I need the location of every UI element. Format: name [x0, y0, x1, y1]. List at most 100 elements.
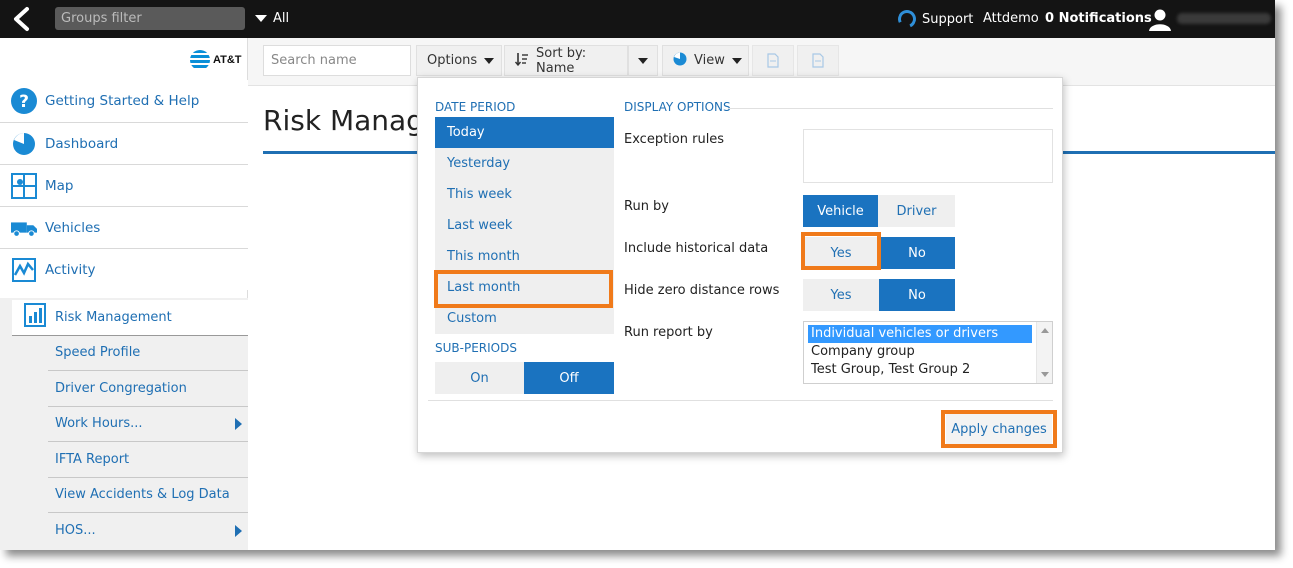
- user-icon[interactable]: [1148, 7, 1172, 31]
- activity-submenu: Risk Management Speed Profile Driver Con…: [0, 298, 248, 550]
- caret-down-icon: [731, 57, 742, 64]
- back-arrow-icon[interactable]: [10, 6, 34, 32]
- sidebar-item-activity[interactable]: Activity: [0, 248, 248, 290]
- export-document-button[interactable]: [752, 45, 794, 76]
- page-title: Risk Management: [263, 104, 423, 137]
- date-period-custom[interactable]: Custom: [435, 303, 614, 334]
- submenu-item-label: IFTA Report: [55, 451, 130, 467]
- view-button[interactable]: View: [662, 45, 749, 76]
- groups-dropdown[interactable]: All: [255, 11, 289, 26]
- date-period-yesterday[interactable]: Yesterday: [435, 148, 614, 179]
- sort-icon: [514, 52, 529, 70]
- include-historical-toggle: Yes No: [803, 237, 955, 269]
- sidebar-item-label: Activity: [45, 261, 96, 278]
- submenu-item-hos[interactable]: HOS...: [48, 513, 248, 549]
- submenu-item-view-accidents[interactable]: View Accidents & Log Data: [48, 478, 248, 513]
- att-logo: AT&T: [190, 50, 242, 70]
- sidebar-item-label: Vehicles: [45, 219, 101, 236]
- submenu-item-risk-management[interactable]: Risk Management: [12, 300, 248, 336]
- submenu-item-label: Risk Management: [55, 309, 172, 325]
- exception-rules-label: Exception rules: [624, 132, 725, 147]
- run-report-option-test-groups[interactable]: Test Group, Test Group 2: [804, 361, 1032, 379]
- sidebar-item-dashboard[interactable]: Dashboard: [0, 122, 248, 164]
- include-historical-label: Include historical data: [624, 241, 769, 256]
- scroll-down-arrow-icon[interactable]: [1041, 372, 1049, 377]
- options-button-label: Options: [427, 53, 478, 68]
- exception-rules-field[interactable]: [803, 129, 1053, 183]
- sidebar-item-map[interactable]: Map: [0, 164, 248, 206]
- sub-periods-on-button[interactable]: On: [435, 362, 524, 394]
- hide-zero-yes-button[interactable]: Yes: [803, 279, 879, 311]
- options-popup: DATE PERIOD Today Yesterday This week La…: [417, 77, 1063, 453]
- support-link[interactable]: Support: [895, 7, 973, 31]
- hide-zero-distance-label: Hide zero distance rows: [624, 283, 780, 298]
- view-button-label: View: [694, 53, 725, 68]
- listbox-scrollbar[interactable]: [1036, 322, 1052, 383]
- submenu-item-label: Driver Congregation: [55, 380, 187, 396]
- notifications-link[interactable]: 0 Notifications: [1045, 11, 1152, 26]
- activity-icon: [11, 257, 37, 283]
- truck-icon: [11, 215, 37, 241]
- apply-changes-button[interactable]: Apply changes: [946, 414, 1052, 444]
- top-bar: All Support Attdemo 0 Notifications: [0, 0, 1275, 38]
- help-icon: ?: [11, 88, 37, 114]
- include-historical-no-button[interactable]: No: [879, 237, 955, 269]
- run-report-by-listbox[interactable]: Individual vehicles or drivers Company g…: [803, 321, 1053, 384]
- att-globe-icon: [190, 50, 210, 70]
- sub-periods-header: SUB-PERIODS: [435, 341, 517, 355]
- sidebar-item-getting-started[interactable]: ? Getting Started & Help: [0, 80, 248, 122]
- display-options-header: DISPLAY OPTIONS: [624, 100, 731, 114]
- run-report-option-individual[interactable]: Individual vehicles or drivers: [808, 325, 1032, 343]
- app-window: All Support Attdemo 0 Notifications AT&T…: [0, 0, 1275, 550]
- date-period-last-week[interactable]: Last week: [435, 210, 614, 241]
- options-button[interactable]: Options: [416, 45, 502, 76]
- run-report-option-company-group[interactable]: Company group: [804, 343, 1032, 361]
- sidebar-item-label: Map: [45, 177, 74, 194]
- submenu-item-work-hours[interactable]: Work Hours...: [48, 407, 248, 442]
- date-period-list: Today Yesterday This week Last week This…: [435, 117, 614, 334]
- blurred-username[interactable]: [1177, 13, 1271, 24]
- groups-dropdown-label: All: [273, 11, 290, 26]
- submenu-item-label: HOS...: [55, 523, 96, 539]
- sidebar-item-vehicles[interactable]: Vehicles: [0, 206, 248, 248]
- date-period-this-month[interactable]: This month: [435, 241, 614, 272]
- support-icon: [895, 7, 919, 31]
- hide-zero-no-button[interactable]: No: [879, 279, 955, 311]
- search-name-input[interactable]: [263, 45, 411, 76]
- run-by-driver-button[interactable]: Driver: [878, 195, 955, 227]
- pie-chart-icon: [11, 131, 37, 157]
- date-period-this-week[interactable]: This week: [435, 179, 614, 210]
- run-by-vehicle-button[interactable]: Vehicle: [803, 195, 878, 227]
- submenu-item-label: Work Hours...: [55, 416, 143, 432]
- logo-text: AT&T: [213, 54, 242, 66]
- spreadsheet-icon: [812, 53, 824, 68]
- caret-down-icon: [484, 57, 495, 64]
- sidebar: AT&T ? Getting Started & Help Dashboard …: [0, 38, 248, 550]
- sort-direction-button[interactable]: [628, 45, 658, 76]
- export-spreadsheet-button[interactable]: [797, 45, 839, 76]
- sub-periods-off-button[interactable]: Off: [524, 362, 614, 394]
- view-pie-icon: [673, 52, 687, 70]
- include-historical-yes-button[interactable]: Yes: [803, 237, 879, 269]
- date-period-today[interactable]: Today: [435, 117, 614, 148]
- section-divider: [728, 108, 1053, 109]
- sidebar-nav: ? Getting Started & Help Dashboard Map V…: [0, 80, 248, 290]
- date-period-last-month[interactable]: Last month: [435, 272, 614, 303]
- run-report-by-label: Run report by: [624, 325, 713, 340]
- document-icon: [767, 53, 779, 68]
- submenu-item-ifta-report[interactable]: IFTA Report: [48, 442, 248, 478]
- sidebar-item-label: Dashboard: [45, 135, 119, 152]
- submenu-item-speed-profile[interactable]: Speed Profile: [48, 336, 248, 371]
- sub-periods-toggle: On Off: [435, 362, 614, 394]
- hide-zero-distance-toggle: Yes No: [803, 279, 955, 311]
- sort-by-button[interactable]: Sort by: Name: [504, 45, 628, 76]
- scroll-up-arrow-icon[interactable]: [1041, 328, 1049, 333]
- sidebar-item-label: Getting Started & Help: [45, 93, 200, 109]
- expand-arrow-icon: [235, 417, 242, 430]
- run-by-toggle: Vehicle Driver: [803, 195, 955, 227]
- footer-divider: [428, 400, 1053, 401]
- submenu-item-driver-congregation[interactable]: Driver Congregation: [48, 371, 248, 407]
- groups-filter-input[interactable]: [55, 7, 245, 30]
- account-name[interactable]: Attdemo: [983, 11, 1039, 26]
- svg-text:?: ?: [19, 92, 29, 112]
